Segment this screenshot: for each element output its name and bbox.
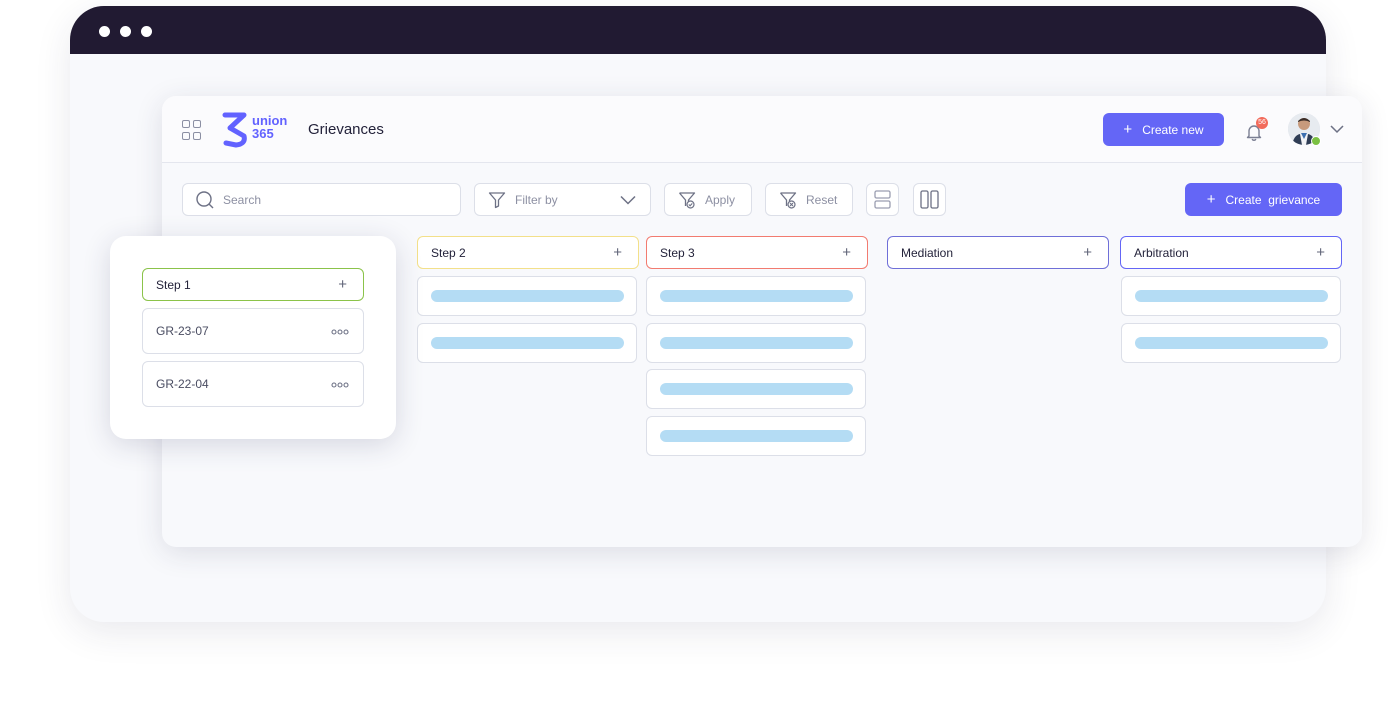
create-grievance-label: Create grievance [1225, 192, 1321, 207]
column-header-step-3: Step 3 + [646, 236, 868, 269]
column-title: Step 1 [156, 277, 191, 292]
plus-icon: + [1206, 190, 1216, 208]
page-title: Grievances [308, 121, 384, 138]
add-card-icon[interactable]: + [1316, 245, 1325, 260]
row-view-toggle[interactable] [866, 183, 899, 216]
step-1-column-popout: Step 1 + GR-23-07 GR-22-04 [110, 236, 396, 439]
placeholder-bar [431, 290, 624, 302]
add-card-icon[interactable]: + [842, 245, 851, 260]
reset-button[interactable]: Reset [765, 183, 853, 216]
placeholder-bar [660, 430, 853, 442]
create-new-button[interactable]: + Create new [1103, 113, 1224, 146]
filter-icon [488, 192, 506, 209]
create-grievance-button[interactable]: + Create grievance [1185, 183, 1342, 216]
column-header-step-2: Step 2 + [417, 236, 639, 269]
filter-check-icon [679, 192, 696, 209]
column-title: Step 3 [660, 245, 695, 260]
plus-icon: + [1123, 120, 1133, 138]
placeholder-bar [660, 337, 853, 349]
placeholder-card[interactable] [646, 323, 866, 363]
more-options-icon[interactable] [331, 382, 349, 388]
union365-logo[interactable]: union 365 [222, 112, 292, 148]
column-title: Mediation [901, 245, 954, 260]
create-new-label: Create new [1142, 122, 1204, 137]
column-header-arbitration: Arbitration + [1120, 236, 1342, 269]
search-input[interactable]: Search [182, 183, 461, 216]
apps-grid-icon[interactable] [182, 120, 202, 140]
rows-view-icon [874, 190, 891, 209]
placeholder-bar [1135, 290, 1328, 302]
window-dot-icon [120, 26, 131, 37]
filter-dropdown[interactable]: Filter by [474, 183, 651, 216]
window-dot-icon [99, 26, 110, 37]
window-dot-icon [141, 26, 152, 37]
placeholder-card[interactable] [417, 323, 637, 363]
placeholder-card[interactable] [417, 276, 637, 316]
placeholder-card[interactable] [646, 369, 866, 409]
browser-title-bar [70, 6, 1326, 54]
filter-reset-icon [780, 192, 797, 209]
chevron-down-icon [620, 195, 636, 205]
grievance-id: GR-23-07 [156, 324, 209, 338]
apply-label: Apply [705, 192, 736, 207]
search-placeholder: Search [223, 192, 262, 207]
search-icon [196, 191, 214, 209]
placeholder-card[interactable] [646, 416, 866, 456]
placeholder-bar [1135, 337, 1328, 349]
placeholder-card[interactable] [1121, 276, 1341, 316]
placeholder-bar [431, 337, 624, 349]
notification-badge: 56 [1256, 117, 1268, 129]
placeholder-bar [660, 290, 853, 302]
apply-button[interactable]: Apply [664, 183, 752, 216]
more-options-icon[interactable] [331, 329, 349, 335]
chevron-down-icon[interactable] [1330, 124, 1344, 134]
columns-view-icon [920, 190, 939, 209]
column-header-step-1: Step 1 + [142, 268, 364, 301]
filter-label: Filter by [515, 192, 558, 207]
placeholder-card[interactable] [646, 276, 866, 316]
grievance-card[interactable]: GR-22-04 [142, 361, 364, 407]
logo-text: union 365 [252, 114, 287, 140]
app-header: union 365 Grievances + Create new 56 [162, 96, 1362, 163]
column-title: Arbitration [1134, 245, 1189, 260]
online-status-dot [1311, 136, 1321, 146]
reset-label: Reset [806, 192, 838, 207]
column-header-mediation: Mediation + [887, 236, 1109, 269]
logo-mark-icon [222, 112, 247, 148]
add-card-icon[interactable]: + [338, 277, 347, 292]
column-view-toggle[interactable] [913, 183, 946, 216]
column-title: Step 2 [431, 245, 466, 260]
add-card-icon[interactable]: + [613, 245, 622, 260]
brand-line2: 365 [252, 126, 274, 141]
add-card-icon[interactable]: + [1083, 245, 1092, 260]
placeholder-bar [660, 383, 853, 395]
grievance-card[interactable]: GR-23-07 [142, 308, 364, 354]
placeholder-card[interactable] [1121, 323, 1341, 363]
grievance-id: GR-22-04 [156, 377, 209, 391]
